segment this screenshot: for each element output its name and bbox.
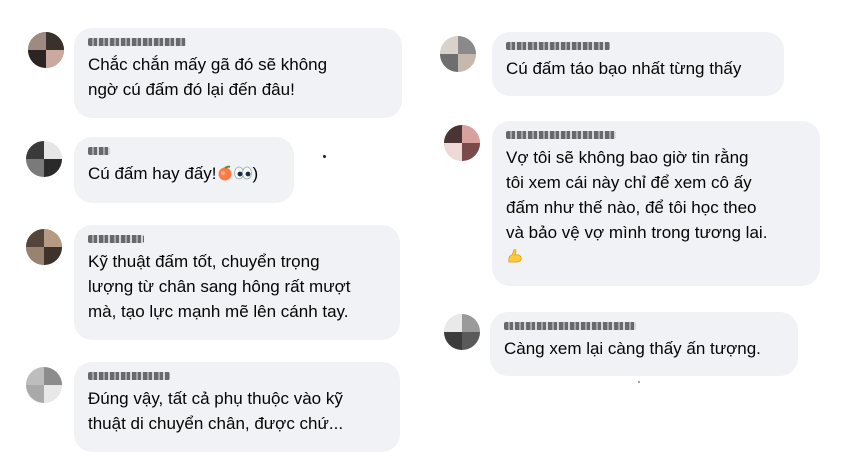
stray-dot (323, 155, 326, 158)
comment-bubble: Càng xem lại càng thấy ấn tượng. (490, 312, 798, 376)
comment-bubble: Vợ tôi sẽ không bao giờ tin rằng tôi xem… (492, 121, 820, 286)
emoji-row (506, 247, 806, 270)
peach-emoji-icon (217, 163, 233, 188)
commenter-name-blurred[interactable] (504, 322, 636, 330)
commenter-avatar[interactable] (444, 314, 480, 350)
commenter-avatar[interactable] (28, 32, 64, 68)
commenter-name-blurred[interactable] (88, 372, 170, 380)
comment-bubble: Cú đấm táo bạo nhất từng thấy (492, 32, 784, 96)
comment-text-suffix: ) (252, 164, 259, 183)
stray-dot (638, 381, 640, 383)
comment-bubble: Chắc chắn mấy gã đó sẽ không ngờ cú đấm … (74, 28, 402, 118)
comment-bubble: Đúng vậy, tất cả phụ thuộc vào kỹ thuật … (74, 362, 400, 452)
comment-text: Chắc chắn mấy gã đó sẽ không ngờ cú đấm … (88, 55, 328, 99)
commenter-name-blurred[interactable] (88, 147, 110, 155)
comment-text: Vợ tôi sẽ không bao giờ tin rằng tôi xem… (506, 148, 768, 242)
commenter-name-blurred[interactable] (88, 235, 144, 243)
commenter-name-blurred[interactable] (88, 38, 186, 46)
commenter-avatar[interactable] (444, 125, 480, 161)
commenter-avatar[interactable] (26, 229, 62, 265)
comment-bubble: Cú đấm hay đấy!) (74, 137, 294, 203)
comment-bubble: Kỹ thuật đấm tốt, chuyển trọng lượng từ … (74, 225, 400, 340)
commenter-avatar[interactable] (440, 36, 476, 72)
comment-text: Cú đấm hay đấy!) (88, 161, 280, 188)
commenter-name-blurred[interactable] (506, 42, 610, 50)
commenter-name-blurred[interactable] (506, 131, 616, 139)
comment-text: Kỹ thuật đấm tốt, chuyển trọng lượng từ … (88, 252, 351, 321)
comment-text-main: Cú đấm hay đấy! (88, 164, 217, 183)
comment-text: Càng xem lại càng thấy ấn tượng. (504, 339, 761, 358)
comment-text: Đúng vậy, tất cả phụ thuộc vào kỹ thuật … (88, 389, 344, 433)
flexed-biceps-emoji-icon (506, 247, 524, 270)
comment-text: Cú đấm táo bạo nhất từng thấy (506, 59, 742, 78)
commenter-avatar[interactable] (26, 141, 62, 177)
commenter-avatar[interactable] (26, 367, 62, 403)
eyes-emoji-icon (233, 163, 253, 188)
